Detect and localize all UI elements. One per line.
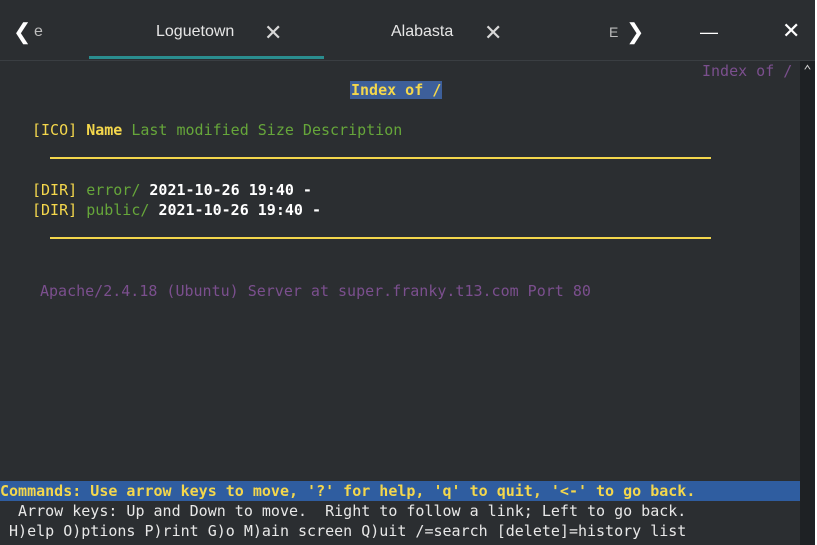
- terminal-window: ❮ e Loguetown ✕ Alabasta ✕ E ❯ — ✕ Index…: [0, 0, 815, 545]
- vertical-scrollbar[interactable]: [800, 61, 815, 545]
- tab-next-partial[interactable]: E: [609, 24, 618, 40]
- header-name[interactable]: Name: [86, 121, 122, 139]
- listing-row: [DIR] error/ 2021-10-26 19:40 -: [32, 180, 312, 200]
- bottom-divider: [50, 237, 711, 239]
- row-info: 2021-10-26 19:40 -: [158, 201, 321, 219]
- row-info: 2021-10-26 19:40 -: [149, 181, 312, 199]
- row-tag: [DIR]: [32, 181, 78, 199]
- help-line-2: H)elp O)ptions P)rint G)o M)ain screen Q…: [0, 522, 687, 540]
- terminal-content: Index of / Index of / [ICO] Name Last mo…: [0, 61, 800, 545]
- row-link-public[interactable]: public/: [86, 201, 149, 219]
- minimize-icon[interactable]: —: [700, 21, 718, 43]
- tab-prev-partial[interactable]: e: [34, 23, 43, 41]
- status-line: Commands: Use arrow keys to move, '?' fo…: [0, 482, 696, 500]
- server-signature: Apache/2.4.18 (Ubuntu) Server at super.f…: [40, 282, 591, 300]
- active-tab-indicator: [89, 56, 324, 59]
- corner-title: Index of /: [702, 62, 793, 80]
- tab-bar: ❮ e Loguetown ✕ Alabasta ✕ E ❯ — ✕: [0, 0, 815, 61]
- tab-scroll-right-icon[interactable]: ❯: [626, 21, 644, 43]
- header-ico: [ICO]: [32, 121, 78, 139]
- row-link-error[interactable]: error/: [86, 181, 140, 199]
- top-divider: [50, 157, 711, 159]
- tab-scroll-left-icon[interactable]: ❮: [13, 21, 31, 43]
- page-title-text: Index of /: [350, 81, 443, 99]
- header-rest: Last modified Size Description: [131, 121, 403, 139]
- listing-header: [ICO] Name Last modified Size Descriptio…: [32, 120, 402, 140]
- close-window-icon[interactable]: ✕: [782, 20, 800, 42]
- row-tag: [DIR]: [32, 201, 78, 219]
- tab-alabasta-close-icon[interactable]: ✕: [484, 22, 502, 44]
- help-line-1: Arrow keys: Up and Down to move. Right t…: [0, 502, 687, 520]
- tab-loguetown-close-icon[interactable]: ✕: [264, 22, 282, 44]
- scroll-up-icon[interactable]: ⌃: [800, 63, 815, 79]
- tab-alabasta[interactable]: Alabasta: [391, 23, 453, 41]
- listing-row: [DIR] public/ 2021-10-26 19:40 -: [32, 200, 321, 220]
- tab-loguetown[interactable]: Loguetown: [156, 23, 234, 41]
- page-title: Index of /: [350, 80, 443, 100]
